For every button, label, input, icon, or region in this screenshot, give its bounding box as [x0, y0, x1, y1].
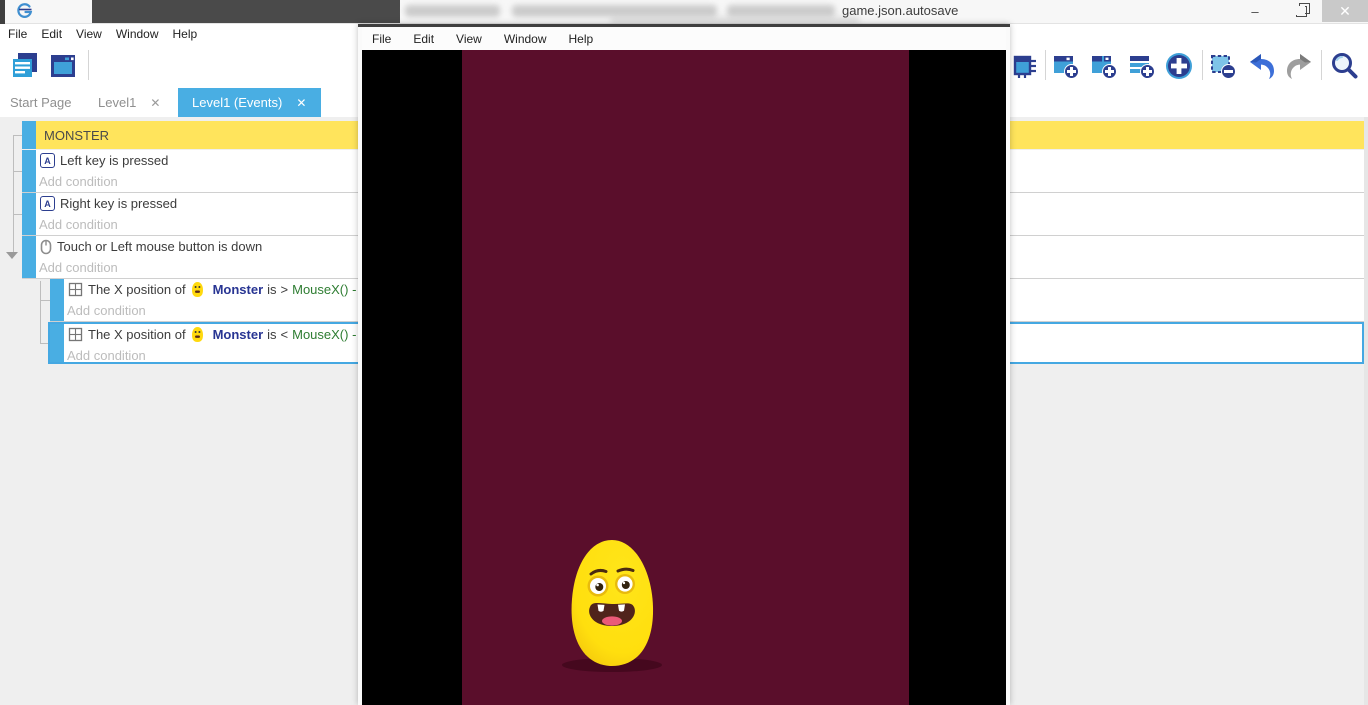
- tree-guide-tick: [13, 171, 22, 172]
- menu-view[interactable]: View: [76, 27, 113, 41]
- restore-icon: [1296, 6, 1307, 17]
- tree-guide-line: [13, 135, 14, 256]
- tab-label: Level1 (Events): [192, 95, 282, 110]
- tree-guide-tick: [13, 135, 22, 136]
- project-manager-icon[interactable]: [10, 51, 40, 81]
- tab-level1-events[interactable]: Level1 (Events) ✕: [178, 88, 321, 117]
- tab-level1[interactable]: Level1 ✕: [98, 88, 160, 117]
- toolbar-separator: [1321, 50, 1322, 80]
- scrollbar-track[interactable]: [1364, 117, 1368, 705]
- add-sub-event-icon[interactable]: [1090, 52, 1118, 80]
- menu-edit[interactable]: Edit: [41, 27, 73, 41]
- menu-edit[interactable]: Edit: [413, 32, 434, 46]
- position-icon: [68, 282, 83, 297]
- condition-prefix: The X position of: [88, 327, 186, 342]
- add-circle-icon[interactable]: [1164, 51, 1194, 81]
- monster-character[interactable]: [565, 537, 659, 669]
- tab-label: Start Page: [10, 95, 71, 110]
- event-drag-bar[interactable]: [22, 121, 36, 149]
- tab-close-icon[interactable]: ✕: [296, 96, 306, 110]
- event-drag-bar[interactable]: [22, 150, 36, 192]
- monster-object-icon: [191, 326, 204, 343]
- search-icon[interactable]: [1330, 51, 1359, 80]
- game-preview-window[interactable]: File Edit View Window Help: [358, 24, 1010, 705]
- add-event-icon[interactable]: [1052, 52, 1080, 80]
- condition-text: Right key is pressed: [60, 196, 177, 211]
- keyboard-key-icon: A: [40, 196, 55, 211]
- redo-icon[interactable]: [1284, 52, 1314, 80]
- toolbar-separator: [1202, 50, 1203, 80]
- tab-label: Level1: [98, 95, 136, 110]
- tree-guide-tick: [40, 300, 50, 301]
- menu-window[interactable]: Window: [116, 27, 170, 41]
- tree-guide-line: [40, 281, 41, 343]
- condition-operator: >: [281, 282, 289, 297]
- menu-file[interactable]: File: [8, 27, 38, 41]
- debugger-icon[interactable]: [1011, 52, 1039, 80]
- tab-start-page[interactable]: Start Page: [10, 88, 71, 117]
- game-stage: [462, 50, 909, 705]
- tab-close-icon[interactable]: ✕: [150, 96, 160, 110]
- close-button[interactable]: ✕: [1322, 0, 1368, 22]
- redacted-text: [610, 16, 860, 24]
- menu-window[interactable]: Window: [504, 32, 547, 46]
- condition-expression: MouseX() -: [292, 282, 356, 297]
- condition-verb: is: [267, 327, 276, 342]
- tree-guide-tick: [13, 214, 22, 215]
- undo-icon[interactable]: [1247, 52, 1277, 80]
- delete-event-icon[interactable]: [1209, 52, 1237, 80]
- toolbar-separator: [1045, 50, 1046, 80]
- event-drag-bar[interactable]: [50, 279, 64, 321]
- event-drag-bar[interactable]: [22, 193, 36, 235]
- condition-operator: <: [281, 327, 289, 342]
- menu-help[interactable]: Help: [173, 27, 209, 41]
- preview-menu-bar: File Edit View Window Help: [362, 27, 1006, 50]
- menu-file[interactable]: File: [372, 32, 391, 46]
- game-canvas[interactable]: [362, 50, 1006, 705]
- gdevelop-logo-icon: [16, 3, 33, 20]
- scene-editor-icon[interactable]: [48, 51, 78, 81]
- event-drag-bar[interactable]: [22, 236, 36, 278]
- menu-view[interactable]: View: [456, 32, 482, 46]
- condition-prefix: The X position of: [88, 282, 186, 297]
- gdevelop-app-window: game.json.autosave – ✕ File Edit View Wi…: [0, 0, 1368, 705]
- minimize-button[interactable]: –: [1238, 0, 1272, 22]
- redacted-text: [405, 5, 500, 17]
- keyboard-key-icon: A: [40, 153, 55, 168]
- event-drag-bar[interactable]: [50, 324, 64, 362]
- window-title: game.json.autosave: [842, 3, 958, 18]
- object-name: Monster: [213, 282, 264, 297]
- monster-object-icon: [191, 281, 204, 298]
- add-comment-icon[interactable]: [1128, 52, 1156, 80]
- restore-button[interactable]: [1284, 0, 1318, 22]
- condition-expression: MouseX() -: [292, 327, 356, 342]
- condition-verb: is: [267, 282, 276, 297]
- position-icon: [68, 327, 83, 342]
- condition-text: Left key is pressed: [60, 153, 168, 168]
- menu-help[interactable]: Help: [569, 32, 594, 46]
- object-name: Monster: [213, 327, 264, 342]
- mouse-icon: [40, 239, 52, 255]
- redacted-title-block: [92, 0, 400, 23]
- collapse-expander-icon[interactable]: [6, 252, 18, 259]
- toolbar-separator: [88, 50, 89, 80]
- condition-text: Touch or Left mouse button is down: [57, 239, 262, 254]
